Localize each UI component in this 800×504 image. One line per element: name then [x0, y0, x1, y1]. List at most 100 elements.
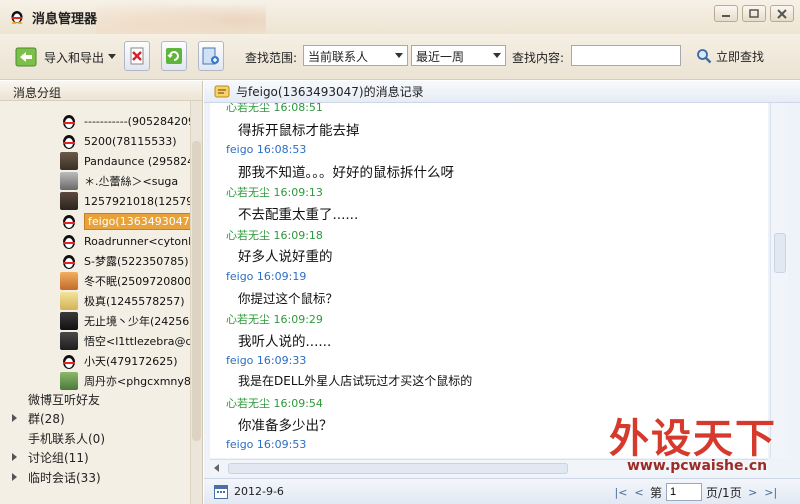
contact-name: 无止境丶少年(24256: [84, 315, 190, 328]
minimize-button[interactable]: [714, 5, 738, 22]
group-label: 微博互听好友: [28, 392, 101, 407]
find-input[interactable]: [571, 45, 681, 66]
import-export-button[interactable]: 导入和导出: [14, 42, 117, 72]
calendar-icon[interactable]: [214, 485, 228, 499]
contact-item-selected[interactable]: feigo(1363493047): [60, 211, 195, 231]
expand-arrow-icon[interactable]: [12, 453, 17, 461]
title-decoration: [96, 0, 266, 34]
message-groups-header: 消息分组: [0, 81, 202, 101]
expand-arrow-icon[interactable]: [12, 473, 17, 481]
period-select[interactable]: 最近一周: [411, 45, 506, 66]
chevron-down-icon: [493, 53, 501, 58]
penguin-avatar-icon: [63, 355, 75, 369]
contact-item[interactable]: 1257921018(1257921: [60, 191, 195, 211]
contact-name: 5200(78115533): [84, 134, 177, 148]
group-label: 手机联系人(0): [28, 431, 105, 446]
record-title: 与feigo(1363493047)的消息记录: [236, 85, 424, 99]
contact-name: Pandaunce (2958242: [84, 154, 195, 168]
penguin-avatar-icon: [63, 235, 75, 249]
search-icon: [697, 49, 712, 64]
contact-item[interactable]: Roadrunner<cytonline: [60, 231, 195, 251]
scroll-left-icon[interactable]: [214, 464, 219, 472]
maximize-button[interactable]: [742, 5, 766, 22]
photo-avatar-icon: [60, 332, 78, 350]
minimize-icon: [722, 14, 730, 17]
group-phone-contacts[interactable]: 手机联系人(0): [28, 429, 105, 447]
message-header: feigo 16:08:53: [226, 143, 307, 156]
penguin-avatar-icon: [63, 135, 75, 149]
qq-penguin-icon: [11, 11, 23, 24]
contact-name: 悟空<l1ttlezebra@qq: [84, 335, 195, 348]
contact-name: 冬不眠(2509720800): [84, 275, 195, 288]
contact-item[interactable]: -----------(905284209): [60, 111, 195, 131]
contact-name: 周丹亦<phgcxmny85: [84, 375, 195, 388]
message-text: 那我不知道。。。好好的鼠标拆什么呀: [238, 165, 454, 181]
message-header: 心若无尘 16:09:29: [226, 313, 323, 326]
find-now-button[interactable]: 立即查找: [696, 45, 764, 67]
horizontal-scroll-thumb[interactable]: [228, 463, 568, 474]
group-label: 临时会话(33): [28, 470, 101, 485]
message-scroll-thumb[interactable]: [774, 233, 786, 273]
photo-avatar-icon: [60, 272, 78, 290]
message-list: 心若无尘 16:08:51 得拆开鼠标才能去掉 feigo 16:08:53 那…: [210, 103, 768, 458]
contact-name: 小天(479172625): [84, 355, 178, 368]
contact-item[interactable]: 无止境丶少年(24256: [60, 311, 195, 331]
message-scrollbar[interactable]: [770, 103, 788, 458]
message-text: 得拆开鼠标才能去掉: [238, 123, 360, 139]
contact-item[interactable]: 小天(479172625): [60, 351, 195, 371]
find-now-label: 立即查找: [716, 49, 765, 64]
watermark-brand: 外设天下: [609, 416, 777, 462]
contact-name: feigo(1363493047): [84, 212, 195, 230]
site-watermark: 外设天下 www.pcwaishe.cn: [607, 406, 797, 496]
penguin-avatar-icon: [63, 115, 75, 129]
delete-button[interactable]: [124, 41, 150, 71]
group-qun[interactable]: 群(28): [12, 409, 65, 427]
contact-item[interactable]: ＊.尐蕾絲＞<suga: [60, 171, 195, 191]
title-bar: 消息管理器: [0, 0, 800, 34]
watermark-url: www.pcwaishe.cn: [627, 458, 768, 474]
message-header: feigo 16:09:33: [226, 354, 307, 367]
group-discussion[interactable]: 讨论组(11): [12, 448, 89, 466]
contact-item[interactable]: 极真(1245578257): [60, 291, 195, 311]
record-header: 与feigo(1363493047)的消息记录: [204, 81, 800, 103]
contact-item[interactable]: 冬不眠(2509720800): [60, 271, 195, 291]
sidebar-scroll-thumb[interactable]: [192, 141, 201, 441]
message-settings-button[interactable]: [198, 41, 224, 71]
message-header: 心若无尘 16:09:18: [226, 229, 323, 242]
contact-item[interactable]: S-梦露(522350785): [60, 251, 195, 271]
contact-name: S-梦露(522350785): [84, 255, 189, 268]
group-label: 讨论组(11): [28, 450, 89, 465]
message-header: feigo 16:09:53: [226, 438, 307, 451]
contact-item[interactable]: 周丹亦<phgcxmny85: [60, 371, 195, 391]
period-select-value: 最近一周: [416, 50, 465, 64]
maximize-icon: [749, 9, 759, 18]
close-button[interactable]: [770, 5, 794, 22]
chevron-down-icon: [395, 53, 403, 58]
contact-item[interactable]: 5200(78115533): [60, 131, 195, 151]
group-label: 群(28): [28, 411, 65, 426]
photo-avatar-icon: [60, 152, 78, 170]
message-header: 心若无尘 16:09:54: [226, 397, 323, 410]
chat-record-icon: [214, 85, 230, 97]
penguin-avatar-icon: [63, 255, 75, 269]
expand-arrow-icon[interactable]: [12, 414, 17, 422]
penguin-avatar-icon: [63, 215, 75, 229]
contact-item[interactable]: Pandaunce (2958242: [60, 151, 195, 171]
refresh-button[interactable]: [161, 41, 187, 71]
sidebar-scrollbar[interactable]: [190, 101, 202, 504]
group-temp-session[interactable]: 临时会话(33): [12, 468, 101, 486]
contact-name: ＊.尐蕾絲＞<suga: [84, 175, 179, 188]
import-export-icon: [15, 47, 37, 67]
contact-item[interactable]: 悟空<l1ttlezebra@qq: [60, 331, 195, 351]
scope-select[interactable]: 当前联系人: [303, 45, 408, 66]
scope-label: 查找范围:: [245, 51, 298, 65]
chevron-down-icon: [108, 54, 117, 59]
photo-avatar-icon: [60, 172, 78, 190]
group-weibo[interactable]: 微博互听好友: [28, 390, 100, 408]
message-settings-icon: [202, 47, 219, 65]
message-groups-panel: 消息分组 -----------(905284209) 5200(7811553…: [0, 81, 203, 504]
photo-avatar-icon: [60, 192, 78, 210]
message-text: 我听人说的......: [238, 334, 332, 350]
message-text: 你准备多少出？: [238, 418, 333, 434]
date-display: 2012-9-6: [234, 485, 284, 498]
